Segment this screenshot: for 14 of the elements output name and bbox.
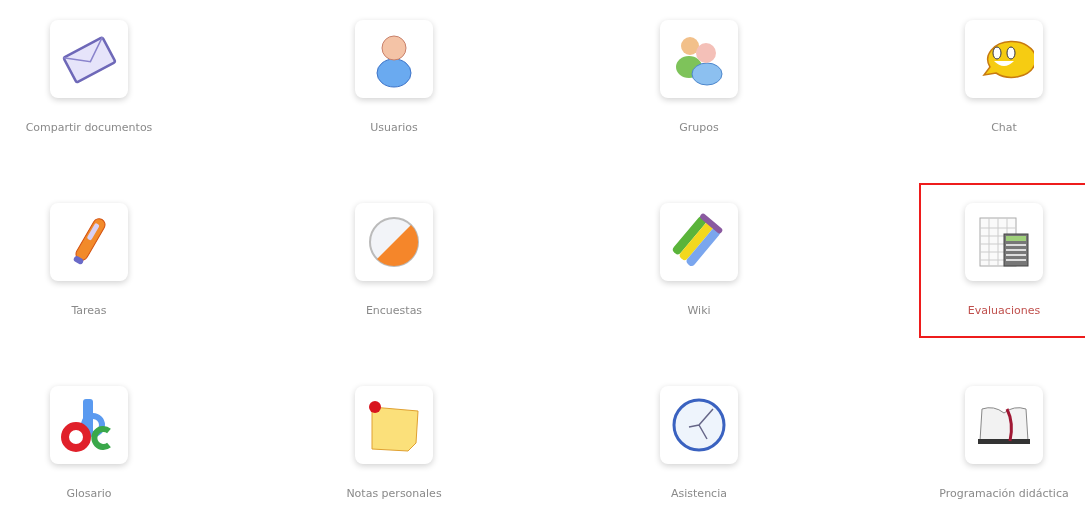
tool-link[interactable]: Compartir documentos	[25, 121, 153, 135]
tool-button[interactable]	[965, 386, 1043, 464]
tool-link[interactable]: Glosario	[66, 487, 112, 501]
tool-link[interactable]: Evaluaciones	[967, 304, 1041, 318]
tool-link[interactable]: Tareas	[71, 304, 107, 318]
tool-link[interactable]: Grupos	[679, 121, 719, 135]
tool-link[interactable]: Chat	[991, 121, 1017, 135]
tool-link[interactable]: Wiki	[687, 304, 711, 318]
tool-link[interactable]: Encuestas	[365, 304, 423, 318]
tool-link[interactable]: Notas personales	[346, 487, 442, 501]
tool-link[interactable]: Programación didáctica	[939, 487, 1069, 501]
tool-link[interactable]: Asistencia	[671, 487, 727, 501]
tool-link[interactable]: Usuarios	[370, 121, 418, 135]
tool-button[interactable]	[660, 386, 738, 464]
